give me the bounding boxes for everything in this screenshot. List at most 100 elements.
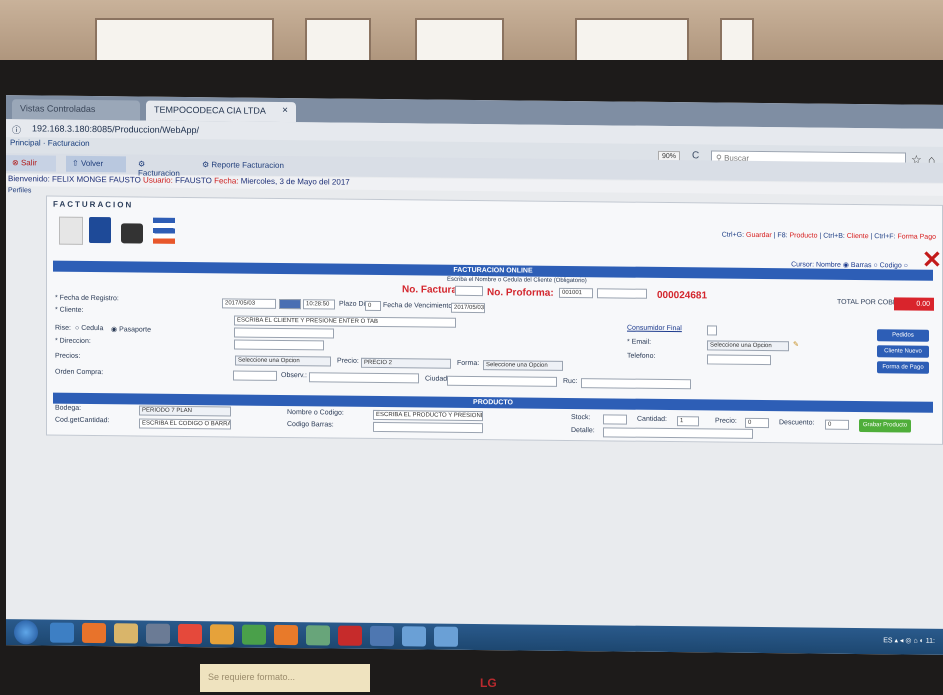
app-icon-3[interactable]: [306, 625, 330, 646]
spotify-icon[interactable]: [242, 624, 266, 645]
tab-inactive-label: Vistas Controladas: [20, 103, 96, 115]
grabar-producto-button[interactable]: Grabar Producto: [859, 419, 911, 433]
cod-cantidad-input[interactable]: ESCRIBA EL CODIGO O BARRAS: [139, 418, 231, 430]
welcome-prefix: Bienvenido:: [8, 174, 50, 184]
app-icon-1[interactable]: [210, 624, 234, 645]
cedula-radio[interactable]: ○ Cedula: [75, 325, 103, 332]
precios-label: Precios:: [55, 352, 81, 360]
pasaporte-radio[interactable]: ◉ Pasaporte: [111, 325, 151, 333]
ie-icon[interactable]: [50, 622, 74, 643]
orden-compra-label: Orden Compra:: [55, 368, 104, 377]
start-button-icon[interactable]: [14, 620, 38, 645]
cantidad-label: Cantidad:: [637, 415, 667, 424]
telefono-field[interactable]: [707, 354, 771, 366]
precio-label: Precio:: [337, 357, 359, 365]
tab-inactive[interactable]: Vistas Controladas: [12, 99, 140, 121]
shortcut-key-2: | F8:: [773, 232, 788, 240]
rise-label: Rise:: [55, 324, 71, 332]
proforma-extra-field[interactable]: [597, 288, 647, 299]
firefox-icon[interactable]: [82, 622, 106, 644]
ciudad-field[interactable]: [447, 375, 557, 387]
save-icon[interactable]: [89, 216, 111, 244]
volver-button[interactable]: ⇧ Volver: [66, 155, 126, 173]
tab-close-icon[interactable]: ×: [282, 105, 288, 116]
nombre-codigo-label: Nombre o Codigo:: [287, 409, 344, 417]
shortcut-label-4: Forma Pago: [897, 233, 936, 241]
fecha-field[interactable]: 2017/05/03: [222, 298, 276, 309]
panel-title: FACTURACION: [53, 199, 134, 210]
user-label: Usuario:: [143, 175, 173, 185]
nombre-codigo-input[interactable]: ESCRIBA EL PRODUCTO Y PRESIONE...: [373, 409, 483, 422]
email-select[interactable]: Seleccione una Opcion: [707, 340, 789, 352]
bodega-label: Bodega:: [55, 404, 82, 412]
no-factura-field[interactable]: [455, 285, 483, 297]
user-fullname: FELIX MONGE FAUSTO: [52, 174, 141, 185]
ruc-extra-field[interactable]: [581, 378, 691, 390]
telefono-label: Telefono:: [627, 352, 656, 360]
descuento-field[interactable]: 0: [825, 419, 849, 430]
shortcut-key-1: Ctrl+G:: [721, 231, 745, 239]
precio-select[interactable]: PRECIO 2: [361, 357, 451, 369]
forma-pago-button[interactable]: Forma de Pago: [877, 361, 929, 374]
forma-label: Forma:: [457, 359, 480, 368]
consumidor-final-link[interactable]: Consumidor Final: [627, 325, 682, 333]
new-document-icon[interactable]: [59, 216, 83, 245]
monitor-brand-logo: LG: [480, 676, 497, 690]
pdf-icon[interactable]: [338, 625, 362, 646]
address-url[interactable]: 192.168.3.180:8085/Produccion/WebApp/: [32, 123, 199, 135]
cliente-nuevo-button[interactable]: Cliente Nuevo: [877, 345, 929, 358]
precio-prod-field[interactable]: 0: [745, 417, 769, 429]
forma-select[interactable]: Seleccione una Opcion: [483, 360, 563, 371]
precios-select[interactable]: Seleccione una Opcion: [235, 355, 331, 367]
media-icon[interactable]: [146, 623, 170, 644]
vencimiento-field[interactable]: 2017/05/03: [451, 302, 485, 314]
folder-icon[interactable]: [114, 623, 138, 644]
direccion-field[interactable]: [234, 339, 324, 351]
tab-active[interactable]: TEMPOCODECA CIA LTDA ×: [146, 100, 296, 123]
pedidos-button[interactable]: Pedidos: [877, 329, 929, 342]
stock-label: Stock:: [571, 414, 591, 422]
codigo-barras-input[interactable]: [373, 421, 483, 434]
bodega-select[interactable]: PERIODO 7 PLAN: [139, 405, 231, 417]
hora-field[interactable]: 10:28:50: [303, 299, 335, 310]
observ-field[interactable]: [309, 372, 419, 384]
date-value: Miercoles, 3 de Mayo del 2017: [240, 176, 350, 187]
app-icon-4[interactable]: [370, 625, 394, 647]
keyboard-shortcuts: Ctrl+G: Guardar | F8: Producto | Ctrl+B:…: [722, 232, 936, 241]
edit-icon[interactable]: ✎: [793, 340, 799, 348]
breadcrumb: Principal · Facturacion: [10, 138, 90, 148]
detalle-label: Detalle:: [571, 427, 595, 435]
proforma-series-field[interactable]: 001001: [559, 287, 593, 299]
system-tray[interactable]: ES ▴ ◂ ◎ ⌂ ◐ 11:: [883, 636, 935, 645]
app-icon-2[interactable]: [274, 624, 298, 646]
salir-button[interactable]: ⊗ Salir: [6, 155, 56, 172]
chrome-icon[interactable]: [178, 623, 202, 645]
vencimiento-label: Fecha de Vencimiento:: [383, 302, 455, 310]
ruc-field[interactable]: [234, 327, 334, 339]
payment-icon[interactable]: [153, 217, 175, 244]
cliente-input[interactable]: ESCRIBA EL CLIENTE Y PRESIONE ENTER O TA…: [234, 315, 456, 328]
cliente-label: * Cliente:: [55, 306, 84, 314]
sticky-note: Se requiere formato...: [200, 664, 370, 692]
app-icon-6[interactable]: [434, 626, 458, 647]
codigo-barras-label: Codigo Barras:: [287, 421, 334, 429]
orden-compra-field[interactable]: [233, 370, 277, 381]
calendar-icon[interactable]: [279, 298, 301, 310]
descuento-label: Descuento:: [779, 419, 815, 427]
no-factura-label: No. Factura:: [402, 284, 461, 296]
cedula-radio-label: Cedula: [81, 324, 104, 333]
plazo-field[interactable]: 0: [365, 300, 381, 312]
salir-label: Salir: [20, 158, 37, 168]
facturacion-menu-button[interactable]: ⚙ Facturacion: [132, 156, 192, 177]
cantidad-field[interactable]: 1: [677, 416, 699, 427]
detalle-field[interactable]: [603, 427, 753, 439]
direccion-label: * Direccion:: [55, 337, 91, 345]
tab-active-label: TEMPOCODECA CIA LTDA: [154, 104, 266, 116]
reporte-menu-button[interactable]: ⚙ Reporte Facturacion: [196, 157, 291, 174]
perfiles-link[interactable]: Perfiles: [6, 187, 31, 194]
shortcut-key-4: | Ctrl+F:: [870, 233, 896, 241]
reporte-label: Reporte Facturacion: [211, 160, 284, 171]
print-icon[interactable]: [121, 223, 143, 244]
consumidor-checkbox[interactable]: [707, 325, 717, 336]
app-icon-5[interactable]: [402, 626, 426, 647]
